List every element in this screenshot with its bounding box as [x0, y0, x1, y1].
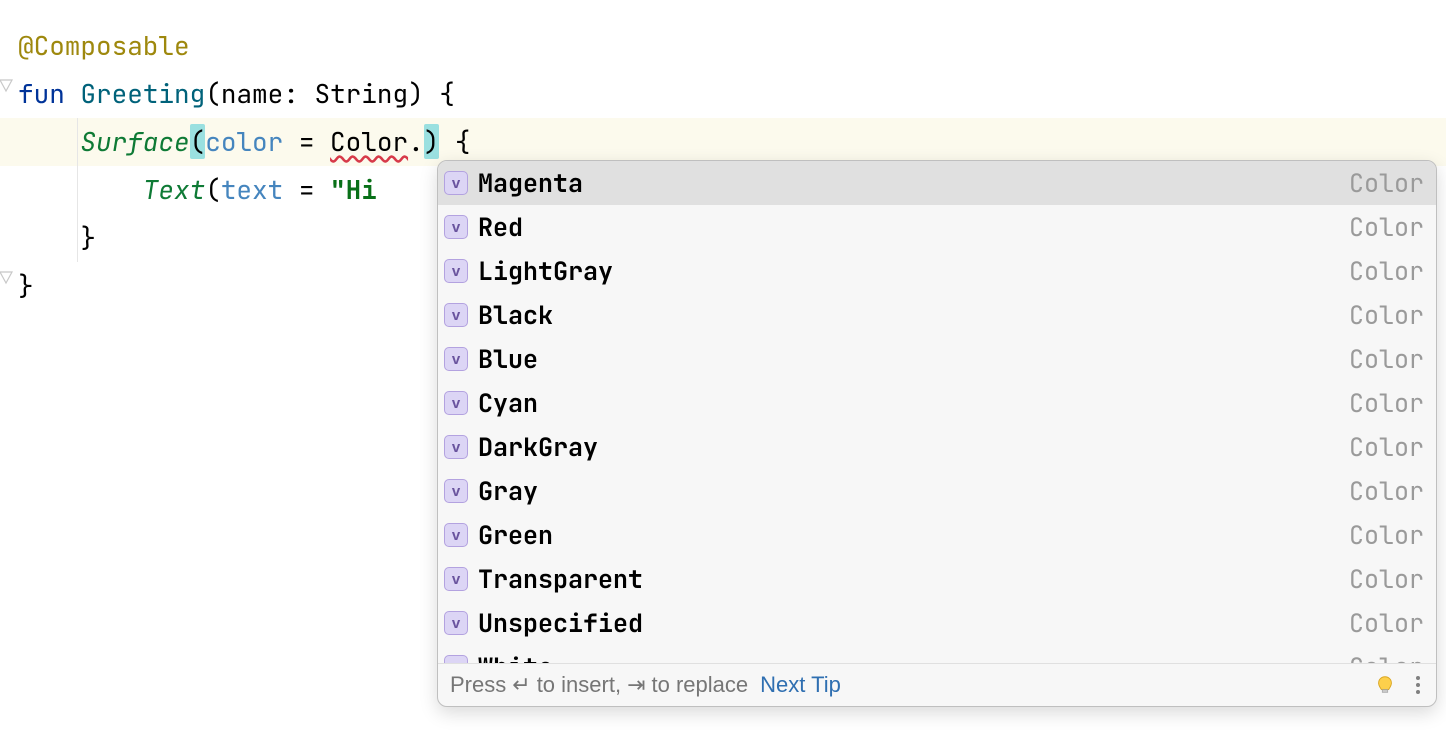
completion-item[interactable]: v CyanColor — [438, 381, 1436, 425]
value-icon: v — [444, 435, 468, 459]
completion-item[interactable]: v BlackColor — [438, 293, 1436, 337]
completion-item-label: White — [478, 650, 1349, 663]
completion-item-label: Gray — [478, 474, 1349, 508]
value-icon: v — [444, 347, 468, 371]
completion-item-type: Color — [1349, 430, 1424, 464]
enter-key-icon: ↵ — [512, 672, 530, 698]
completion-item[interactable]: v DarkGrayColor — [438, 425, 1436, 469]
completion-item-type: Color — [1349, 210, 1424, 244]
completion-item-type: Color — [1349, 166, 1424, 200]
value-icon: v — [444, 523, 468, 547]
completion-item-type: Color — [1349, 562, 1424, 596]
completion-list[interactable]: vMagentaColorvRedColorvLightGrayColorvBl… — [438, 161, 1436, 663]
completion-item-label: Blue — [478, 342, 1349, 376]
value-icon: v — [444, 259, 468, 283]
completion-item-label: Transparent — [478, 562, 1349, 596]
code-line[interactable]: @Composable — [0, 22, 1446, 70]
brace-token: { — [455, 124, 471, 159]
punct-token: ( — [205, 172, 221, 207]
named-arg-token: color — [205, 124, 283, 159]
completion-item-label: Green — [478, 518, 1349, 552]
annotation-token: @Composable — [18, 28, 190, 63]
equals-token: = — [283, 124, 330, 159]
completion-item-type: Color — [1349, 606, 1424, 640]
value-icon: v — [444, 655, 468, 663]
indent-guide — [77, 118, 78, 166]
completion-item-label: Cyan — [478, 386, 1349, 420]
function-call-token: Text — [143, 172, 205, 207]
completion-item[interactable]: v RedColor — [438, 205, 1436, 249]
equals-token: = — [283, 172, 330, 207]
completion-item[interactable]: v UnspecifiedColor — [438, 601, 1436, 645]
completion-item-label: Red — [478, 210, 1349, 244]
punct-token: ( — [205, 76, 221, 111]
value-icon: v — [444, 303, 468, 327]
indent-guide — [77, 214, 78, 262]
completion-item-label: Black — [478, 298, 1349, 332]
completion-item-type: Color — [1349, 342, 1424, 376]
punct-token: : — [283, 76, 299, 111]
completion-item[interactable]: v BlueColor — [438, 337, 1436, 381]
tab-key-icon: ⇥ — [627, 672, 645, 698]
value-icon: v — [444, 391, 468, 415]
completion-item-type: Color — [1349, 386, 1424, 420]
value-icon: v — [444, 611, 468, 635]
keyword-token: fun — [18, 76, 65, 111]
completion-item-type: Color — [1349, 474, 1424, 508]
completion-item-label: DarkGray — [478, 430, 1349, 464]
function-name-token: Greeting — [80, 76, 205, 111]
class-ref-token: Color — [330, 124, 408, 159]
matched-bracket: ) — [424, 124, 440, 159]
brace-token: } — [80, 220, 96, 255]
completion-item-type: Color — [1349, 518, 1424, 552]
footer-hint-replace: to replace — [652, 672, 749, 698]
value-icon: v — [444, 215, 468, 239]
completion-item-type: Color — [1349, 650, 1424, 663]
brace-token: } — [18, 268, 34, 303]
completion-item[interactable]: v LightGrayColor — [438, 249, 1436, 293]
completion-item-label: Unspecified — [478, 606, 1349, 640]
brace-token: { — [439, 76, 455, 111]
indent-guide — [77, 166, 78, 214]
string-token: "Hi — [330, 172, 377, 207]
completion-item-type: Color — [1349, 254, 1424, 288]
code-line[interactable]: fun Greeting(name: String) { — [0, 70, 1446, 118]
value-icon: v — [444, 171, 468, 195]
completion-item[interactable]: v MagentaColor — [438, 161, 1436, 205]
named-arg-token: text — [221, 172, 283, 207]
completion-item-label: LightGray — [478, 254, 1349, 288]
completion-item[interactable]: v GreenColor — [438, 513, 1436, 557]
lightbulb-icon[interactable] — [1374, 674, 1396, 696]
next-tip-link[interactable]: Next Tip — [760, 672, 841, 698]
code-completion-popup[interactable]: vMagentaColorvRedColorvLightGrayColorvBl… — [437, 160, 1437, 707]
value-icon: v — [444, 567, 468, 591]
type-token: String — [314, 76, 408, 111]
completion-item-label: Magenta — [478, 166, 1349, 200]
code-line-current[interactable]: Surface(color = Color.) { — [0, 118, 1446, 166]
completion-item[interactable]: v TransparentColor — [438, 557, 1436, 601]
completion-item[interactable]: v WhiteColor — [438, 645, 1436, 663]
completion-item-type: Color — [1349, 298, 1424, 332]
value-icon: v — [444, 479, 468, 503]
completion-item[interactable]: v GrayColor — [438, 469, 1436, 513]
punct-token: ) — [408, 76, 424, 111]
footer-hint-insert: to insert, — [537, 672, 621, 698]
param-name-token: name — [221, 76, 283, 111]
dot-token: . — [408, 124, 424, 159]
completion-footer: Press ↵ to insert, ⇥ to replace Next Tip — [438, 663, 1436, 706]
matched-bracket: ( — [190, 124, 206, 159]
more-options-icon[interactable] — [1412, 672, 1424, 698]
function-call-token: Surface — [80, 124, 189, 159]
footer-hint-press: Press — [450, 672, 506, 698]
